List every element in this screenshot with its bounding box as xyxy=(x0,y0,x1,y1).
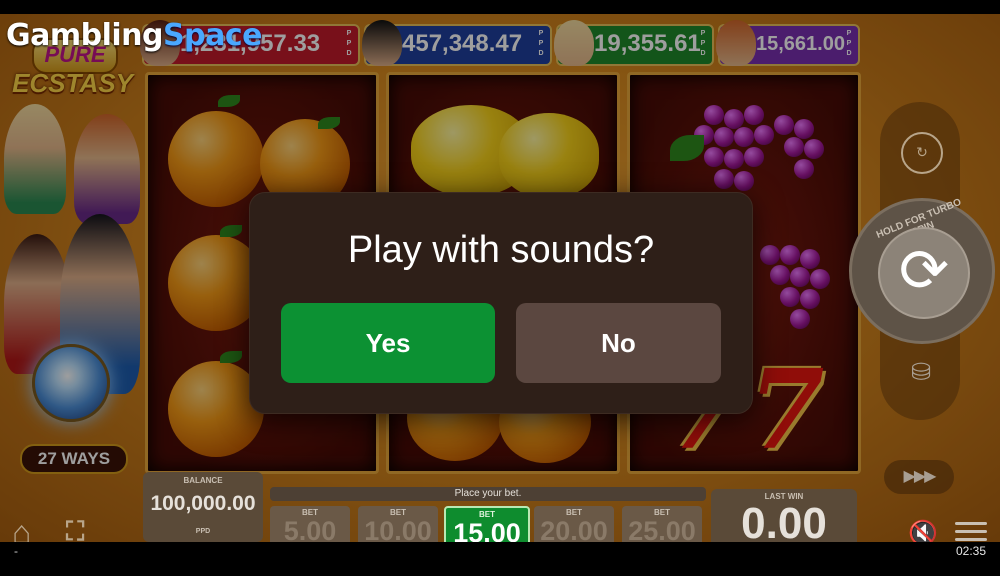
bet-prompt: Place your bet. xyxy=(270,487,706,501)
last-win-value: 0.00 xyxy=(741,499,827,542)
game-stage: GamblingSpace PURE ECSTASY 27 WAYS 1,231… xyxy=(0,14,1000,542)
fast-forward-icon[interactable]: ▶▶▶ xyxy=(884,460,954,494)
bet-option[interactable]: BET 5.00 PPD xyxy=(270,506,350,542)
bet-option[interactable]: BET 10.00 PPD xyxy=(358,506,438,542)
status-bar: - 02:35 xyxy=(0,542,1000,576)
coins-icon[interactable]: ⛁ xyxy=(904,358,938,388)
clock: 02:35 xyxy=(955,544,986,558)
fullscreen-icon[interactable]: ⛶ xyxy=(66,516,84,542)
status-left: - xyxy=(14,544,18,558)
bet-option[interactable]: BET 20.00 PPD xyxy=(534,506,614,542)
menu-icon[interactable] xyxy=(955,517,987,542)
dialog-question: Play with sounds? xyxy=(347,229,655,271)
spin-control: HOLD FOR TURBO SPIN ⟳ xyxy=(849,197,995,344)
bet-option-selected[interactable]: BET 15.00 PPD xyxy=(444,506,530,542)
no-button[interactable]: No xyxy=(516,303,721,383)
balance-currency: PPD xyxy=(195,528,211,535)
spin-button[interactable]: ⟳ xyxy=(878,227,970,319)
balance-panel: BALANCE 100,000.00 PPD xyxy=(143,472,263,542)
yes-button[interactable]: Yes xyxy=(281,303,495,383)
top-bar xyxy=(0,0,1000,14)
replay-icon[interactable]: ↻ xyxy=(901,132,943,174)
balance-label: BALANCE xyxy=(183,476,223,485)
sound-dialog: Play with sounds? Yes No xyxy=(249,192,753,414)
bet-option[interactable]: BET 25.00 PPD xyxy=(622,506,702,542)
spin-icon: ⟳ xyxy=(898,237,950,304)
balance-value: 100,000.00 xyxy=(150,492,256,515)
watermark: GamblingSpace xyxy=(6,18,262,53)
home-icon[interactable]: ⌂ xyxy=(12,514,31,542)
last-win-panel: LAST WIN 0.00 PPD xyxy=(711,489,857,542)
mute-icon[interactable]: 🔇 xyxy=(908,519,938,542)
